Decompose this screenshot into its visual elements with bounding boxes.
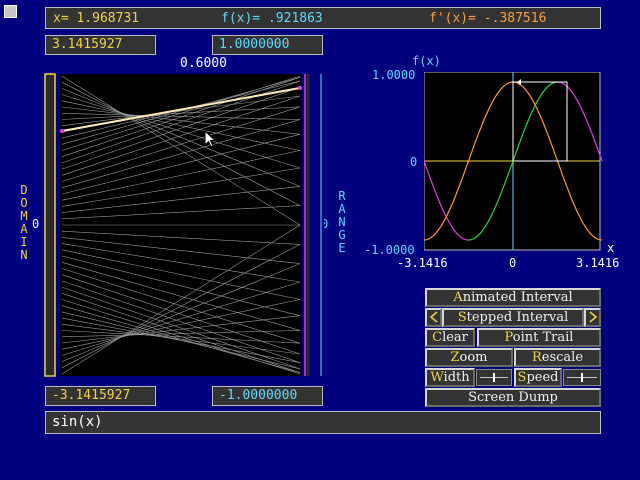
plot-ytick-bottom: -1.0000	[364, 243, 415, 257]
width-slider-thumb[interactable]	[493, 373, 495, 382]
zoom-button[interactable]: Zoom	[425, 348, 513, 367]
system-menu-button[interactable]	[4, 5, 17, 18]
x-readout: x= 1.968731	[53, 11, 140, 26]
step-left-button[interactable]	[425, 308, 442, 327]
plot-xtick-mid: 0	[509, 256, 517, 270]
screen-dump-button[interactable]: Screen Dump	[425, 388, 601, 407]
plot-xtick-left: -3.1416	[397, 256, 448, 270]
current-value-label: 0.6000	[180, 56, 227, 71]
domain-label: DOMAIN	[20, 183, 28, 262]
mapping-diagram[interactable]	[44, 70, 324, 380]
range-point	[298, 86, 302, 90]
domain-min-field[interactable]: -3.1415927	[45, 386, 156, 406]
rescale-button[interactable]: Rescale	[514, 348, 601, 367]
domain-zero-label: 0	[32, 217, 40, 231]
mouse-cursor-icon	[204, 130, 217, 148]
plot-ylabel: f(x)	[412, 54, 441, 68]
fprime-readout: f'(x)= -.387516	[429, 11, 547, 26]
domain-point	[60, 129, 64, 133]
animated-interval-button[interactable]: Animated Interval	[425, 288, 601, 307]
fx-readout: f(x)= .921863	[221, 11, 323, 26]
readout-bar: x= 1.968731 f(x)= .921863 f'(x)= -.38751…	[45, 7, 601, 29]
plot-xtick-right: 3.1416	[576, 256, 620, 270]
width-slider[interactable]	[476, 369, 512, 386]
speed-button[interactable]: Speed	[514, 368, 562, 387]
step-right-button[interactable]	[584, 308, 601, 327]
plot-ytick-mid: 0	[410, 155, 418, 169]
stepped-interval-button[interactable]: Stepped Interval	[442, 308, 584, 327]
arrow-left-icon	[429, 311, 438, 323]
function-plot[interactable]	[424, 72, 604, 254]
range-label: RANGE	[338, 189, 346, 255]
domain-slider[interactable]	[44, 73, 56, 377]
plot-xlabel: x	[607, 241, 615, 255]
width-button[interactable]: Width	[425, 368, 475, 387]
clear-button[interactable]: Clear	[425, 328, 475, 347]
speed-slider[interactable]	[563, 369, 601, 386]
function-input[interactable]: sin(x)	[45, 411, 601, 434]
point-trail-button[interactable]: Point Trail	[477, 328, 601, 347]
speed-slider-thumb[interactable]	[581, 373, 583, 382]
domain-max-field[interactable]: 3.1415927	[45, 35, 156, 55]
range-min-field[interactable]: -1.0000000	[212, 386, 323, 406]
arrow-right-icon	[588, 311, 597, 323]
range-max-field[interactable]: 1.0000000	[212, 35, 323, 55]
plot-ytick-top: 1.0000	[372, 68, 416, 82]
